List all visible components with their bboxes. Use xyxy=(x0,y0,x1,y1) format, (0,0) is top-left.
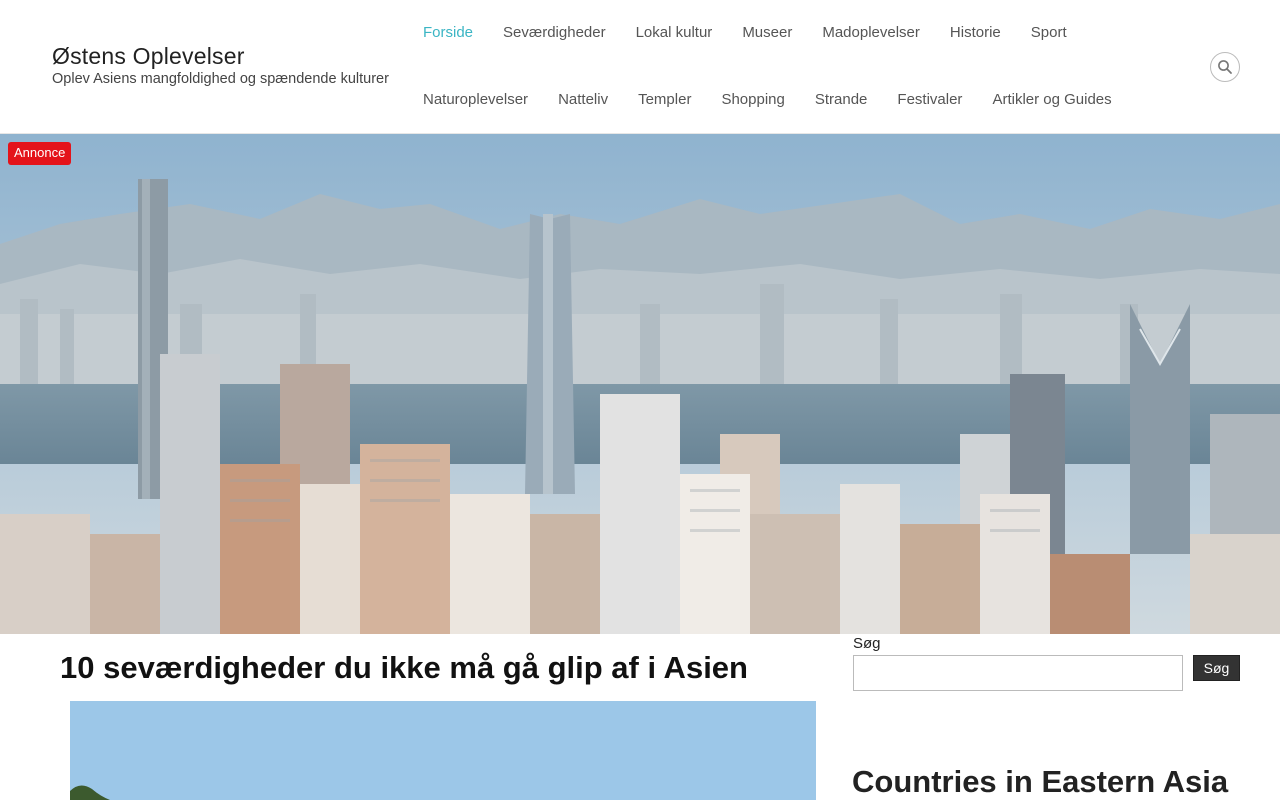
site-title[interactable]: Østens Oplevelser xyxy=(52,42,389,70)
site-branding: Østens Oplevelser Oplev Asiens mangfoldi… xyxy=(52,42,389,88)
nav-item-lokal-kultur[interactable]: Lokal kultur xyxy=(636,24,713,42)
nav-item-historie[interactable]: Historie xyxy=(950,24,1001,42)
nav-item-shopping[interactable]: Shopping xyxy=(721,91,784,109)
hero-banner: Annonce xyxy=(0,134,1280,634)
post-image-landscape xyxy=(70,701,816,800)
post-featured-image[interactable] xyxy=(70,701,816,800)
primary-nav-row-1: Forside Seværdigheder Lokal kultur Musee… xyxy=(423,24,1097,42)
nav-item-madoplevelser[interactable]: Madoplevelser xyxy=(822,24,920,42)
search-icon xyxy=(1218,60,1232,74)
nav-item-sport[interactable]: Sport xyxy=(1031,24,1067,42)
nav-item-naturoplevelser[interactable]: Naturoplevelser xyxy=(423,91,528,109)
post-title[interactable]: 10 seværdigheder du ikke må gå glip af i… xyxy=(60,648,748,688)
site-tagline: Oplev Asiens mangfoldighed og spændende … xyxy=(52,71,389,87)
ad-badge: Annonce xyxy=(8,142,72,165)
nav-item-natteliv[interactable]: Natteliv xyxy=(558,91,608,109)
nav-item-templer[interactable]: Templer xyxy=(638,91,691,109)
nav-item-sevaerdigheder[interactable]: Seværdigheder xyxy=(503,24,606,42)
nav-item-festivaler[interactable]: Festivaler xyxy=(897,91,962,109)
widget-title-countries: Countries in Eastern Asia xyxy=(852,764,1229,799)
hero-image-city-skyline xyxy=(0,134,1280,634)
sidebar-search-input[interactable] xyxy=(853,655,1183,691)
sidebar-search-label: Søg xyxy=(853,635,881,652)
nav-item-artikler-og-guides[interactable]: Artikler og Guides xyxy=(992,91,1111,109)
header-search-button[interactable] xyxy=(1210,52,1240,82)
nav-item-museer[interactable]: Museer xyxy=(742,24,792,42)
site-header: Østens Oplevelser Oplev Asiens mangfoldi… xyxy=(0,0,1280,134)
primary-nav-row-2: Naturoplevelser Natteliv Templer Shoppin… xyxy=(423,91,1142,109)
sidebar-search-button[interactable]: Søg xyxy=(1193,655,1240,681)
nav-item-strande[interactable]: Strande xyxy=(815,91,868,109)
nav-item-forside[interactable]: Forside xyxy=(423,24,473,42)
